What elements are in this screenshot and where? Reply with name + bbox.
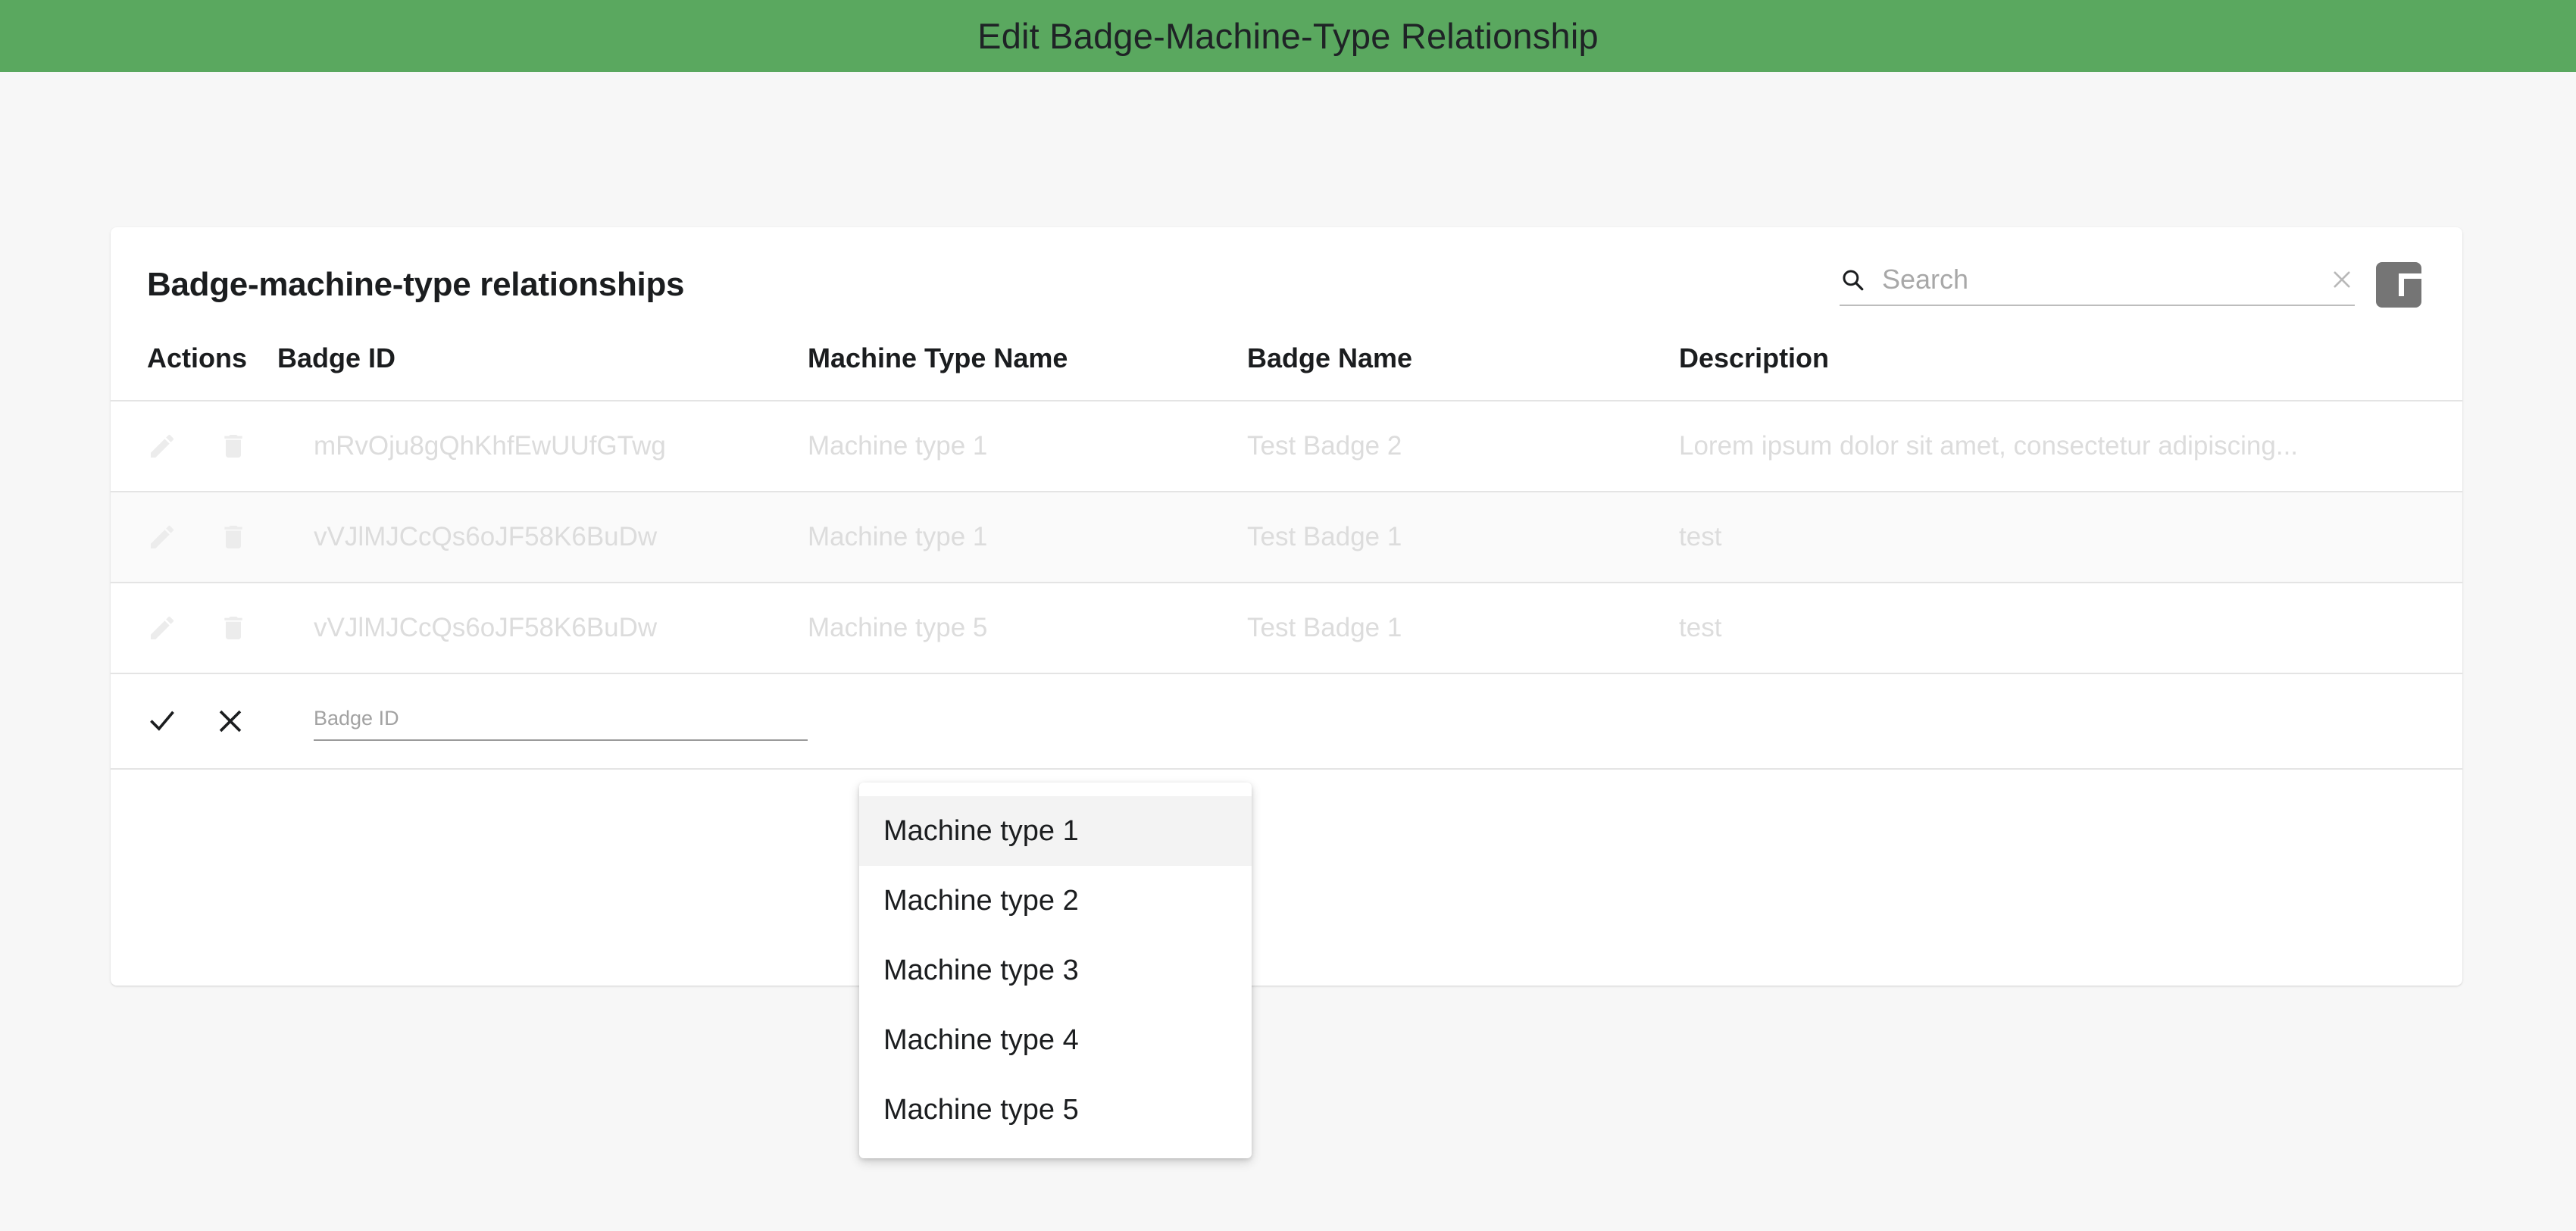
table-empty-space xyxy=(111,769,2462,936)
table-head: Actions Badge ID Machine Type Name Badge… xyxy=(111,342,2462,401)
dropdown-option-machine-type-4[interactable]: Machine type 4 xyxy=(859,1005,1252,1075)
close-icon[interactable] xyxy=(2329,267,2355,292)
edit-row-actions-cell xyxy=(111,673,277,770)
check-icon[interactable] xyxy=(147,706,177,736)
page-body: Badge-machine-type relationships Search … xyxy=(0,72,2576,1231)
cell-badge-name: Test Badge 2 xyxy=(1247,401,1679,492)
edit-cell-badge-id xyxy=(277,673,808,770)
cell-machine-type-name: Machine type 5 xyxy=(808,583,1247,674)
cell-description: Lorem ipsum dolor sit amet, consectetur … xyxy=(1679,401,2462,492)
badge-id-field[interactable] xyxy=(314,701,808,741)
machine-type-dropdown[interactable]: Machine type 1 Machine type 2 Machine ty… xyxy=(859,783,1252,1158)
cell-machine-type-name: Machine type 1 xyxy=(808,492,1247,583)
dropdown-option-machine-type-3[interactable]: Machine type 3 xyxy=(859,936,1252,1005)
relationships-card: Badge-machine-type relationships Search … xyxy=(111,227,2462,986)
card-header: Badge-machine-type relationships xyxy=(111,227,2462,342)
trash-icon[interactable] xyxy=(218,522,249,552)
pencil-icon[interactable] xyxy=(147,613,177,643)
row-actions-cell xyxy=(111,401,277,492)
header-actions xyxy=(1840,262,2421,308)
dropdown-option-machine-type-2[interactable]: Machine type 2 xyxy=(859,866,1252,936)
column-header-badge-name: Badge Name xyxy=(1247,342,1679,401)
pencil-icon[interactable] xyxy=(147,431,177,461)
edit-cell-badge-name xyxy=(1247,673,1679,770)
search-input[interactable] xyxy=(1882,264,2312,295)
trash-icon[interactable] xyxy=(218,613,249,643)
relationships-table: Actions Badge ID Machine Type Name Badge… xyxy=(111,342,2462,936)
edit-cell-description xyxy=(1679,673,2462,770)
column-header-actions: Actions xyxy=(111,342,277,401)
trash-icon[interactable] xyxy=(218,431,249,461)
cell-description: test xyxy=(1679,492,2462,583)
new-relationship-row xyxy=(111,673,2462,770)
search-field[interactable] xyxy=(1840,264,2355,306)
pencil-icon[interactable] xyxy=(147,522,177,552)
dropdown-option-machine-type-5[interactable]: Machine type 5 xyxy=(859,1075,1252,1145)
app-title: Edit Badge-Machine-Type Relationship xyxy=(977,16,1599,56)
column-header-badge-id: Badge ID xyxy=(277,342,808,401)
dropdown-option-machine-type-1[interactable]: Machine type 1 xyxy=(859,796,1252,866)
empty-cell xyxy=(111,769,2462,936)
column-header-machine-type-name: Machine Type Name xyxy=(808,342,1247,401)
add-relationship-button[interactable] xyxy=(2376,262,2421,308)
page-title: Badge-machine-type relationships xyxy=(147,266,685,303)
row-actions-cell xyxy=(111,492,277,583)
app-banner: Edit Badge-Machine-Type Relationship xyxy=(0,0,2576,72)
badge-id-input[interactable] xyxy=(314,707,808,730)
column-header-description: Description xyxy=(1679,342,2462,401)
cell-badge-id: vVJlMJCcQs6oJF58K6BuDw xyxy=(277,492,808,583)
cell-badge-name: Test Badge 1 xyxy=(1247,583,1679,674)
edit-cell-machine-type[interactable] xyxy=(808,673,1247,770)
search-icon xyxy=(1840,267,1865,292)
plus-icon xyxy=(2387,273,2421,296)
table-row: vVJlMJCcQs6oJF58K6BuDw Machine type 1 Te… xyxy=(111,492,2462,583)
table-header-row: Actions Badge ID Machine Type Name Badge… xyxy=(111,342,2462,401)
cell-machine-type-name: Machine type 1 xyxy=(808,401,1247,492)
table-body: mRvOju8gQhKhfEwUUfGTwg Machine type 1 Te… xyxy=(111,401,2462,936)
table-row: mRvOju8gQhKhfEwUUfGTwg Machine type 1 Te… xyxy=(111,401,2462,492)
row-actions-cell xyxy=(111,583,277,674)
cell-description: test xyxy=(1679,583,2462,674)
cell-badge-id: mRvOju8gQhKhfEwUUfGTwg xyxy=(277,401,808,492)
close-icon[interactable] xyxy=(215,706,245,736)
table-row: vVJlMJCcQs6oJF58K6BuDw Machine type 5 Te… xyxy=(111,583,2462,674)
cell-badge-name: Test Badge 1 xyxy=(1247,492,1679,583)
cell-badge-id: vVJlMJCcQs6oJF58K6BuDw xyxy=(277,583,808,674)
